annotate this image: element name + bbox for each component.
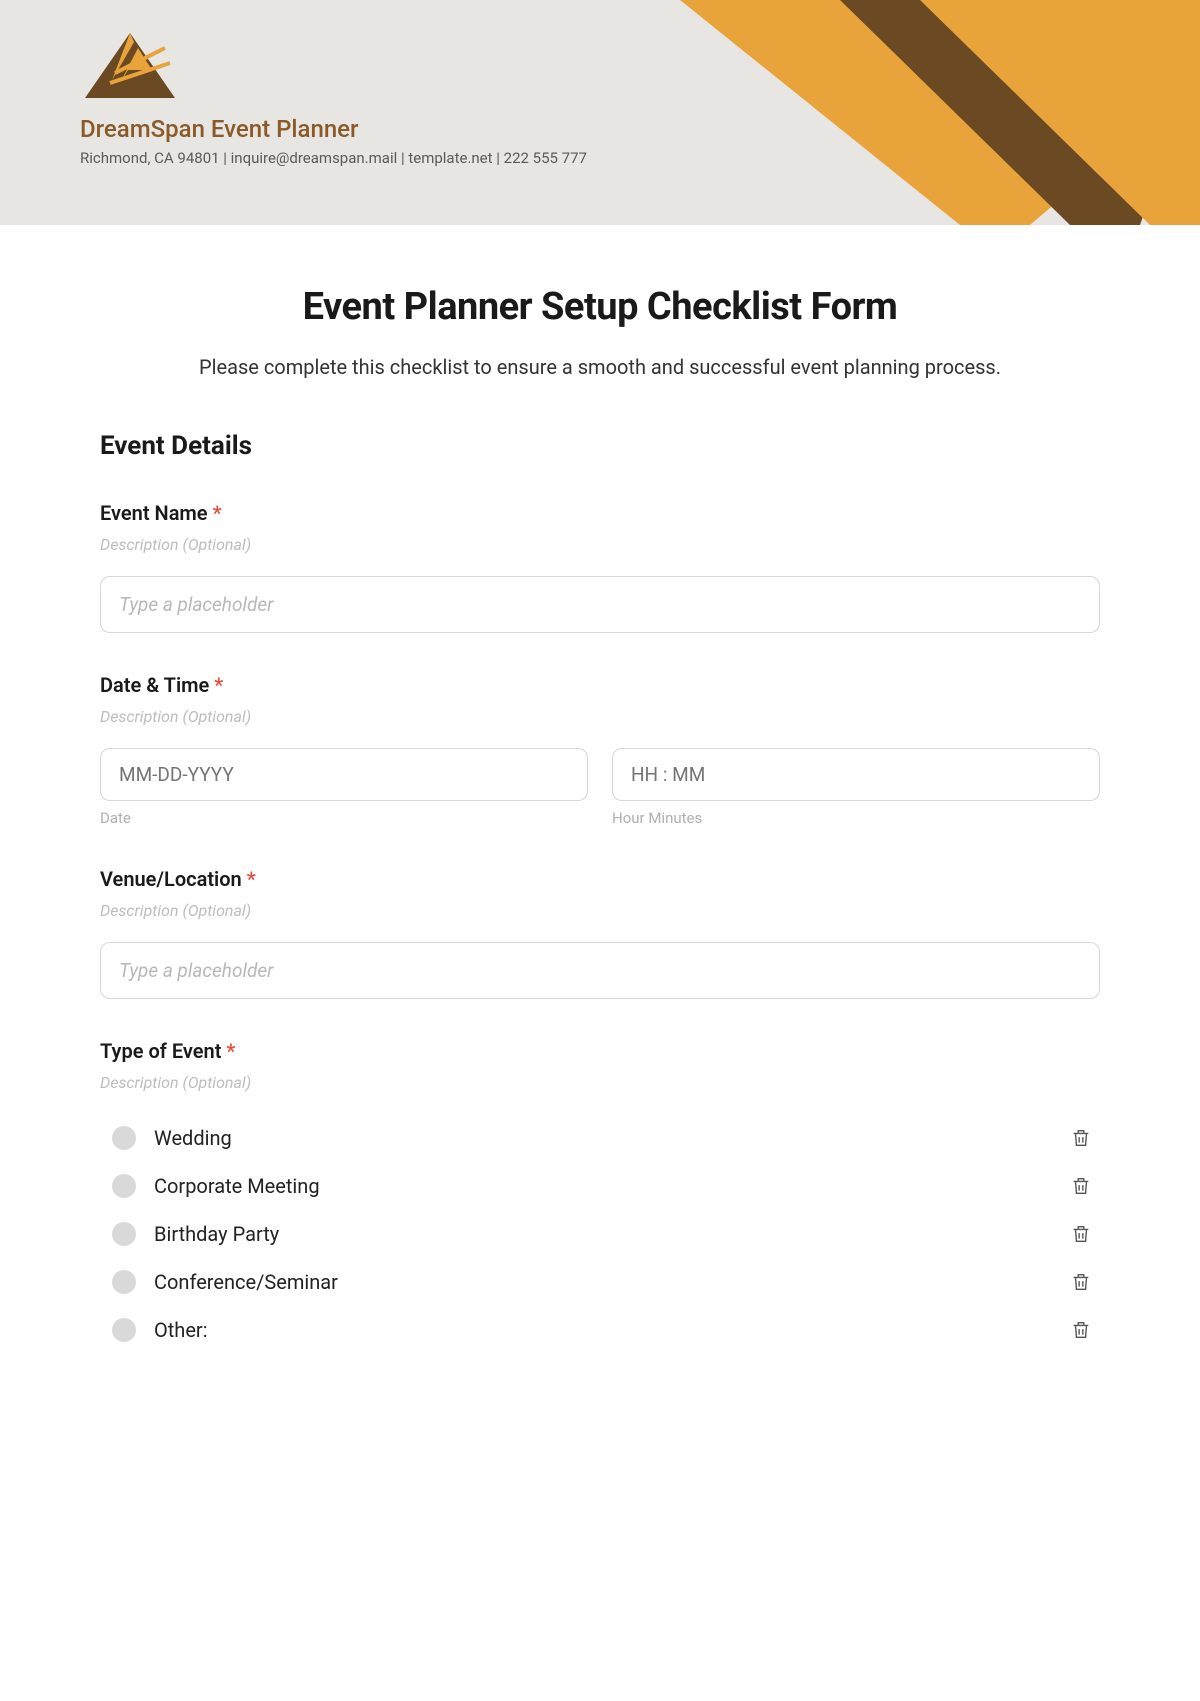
form-title: Event Planner Setup Checklist Form: [100, 285, 1100, 329]
form-content: Event Planner Setup Checklist Form Pleas…: [0, 225, 1200, 1394]
trash-icon[interactable]: [1070, 1223, 1092, 1245]
radio-label: Corporate Meeting: [154, 1174, 1070, 1198]
field-event-name: Event Name * Description (Optional): [100, 501, 1100, 633]
field-label: Venue/Location *: [100, 867, 1100, 891]
radio-button[interactable]: [112, 1126, 136, 1150]
radio-list: Wedding Corporate Meeting Birthday Party…: [100, 1114, 1100, 1354]
radio-option-corporate: Corporate Meeting: [100, 1162, 1100, 1210]
field-date-time: Date & Time * Description (Optional) Dat…: [100, 673, 1100, 827]
radio-option-wedding: Wedding: [100, 1114, 1100, 1162]
event-name-input[interactable]: [100, 576, 1100, 633]
field-description[interactable]: Description (Optional): [100, 1073, 1100, 1092]
radio-label: Wedding: [154, 1126, 1070, 1150]
label-text: Event Name: [100, 501, 208, 525]
radio-option-other: Other:: [100, 1306, 1100, 1354]
radio-button[interactable]: [112, 1222, 136, 1246]
required-mark: *: [226, 1039, 235, 1063]
venue-input[interactable]: [100, 942, 1100, 999]
field-label: Date & Time *: [100, 673, 1100, 697]
time-input[interactable]: [612, 748, 1100, 801]
radio-button[interactable]: [112, 1270, 136, 1294]
label-text: Date & Time: [100, 673, 209, 697]
field-description[interactable]: Description (Optional): [100, 707, 1100, 726]
label-text: Type of Event: [100, 1039, 221, 1063]
trash-icon[interactable]: [1070, 1319, 1092, 1341]
radio-option-conference: Conference/Seminar: [100, 1258, 1100, 1306]
field-type-of-event: Type of Event * Description (Optional) W…: [100, 1039, 1100, 1354]
form-subtitle: Please complete this checklist to ensure…: [100, 351, 1100, 383]
label-text: Venue/Location: [100, 867, 242, 891]
date-input[interactable]: [100, 748, 588, 801]
radio-option-birthday: Birthday Party: [100, 1210, 1100, 1258]
field-venue: Venue/Location * Description (Optional): [100, 867, 1100, 999]
company-logo: [80, 28, 180, 103]
page-header: DreamSpan Event Planner Richmond, CA 948…: [0, 0, 1200, 225]
field-description[interactable]: Description (Optional): [100, 535, 1100, 554]
field-description[interactable]: Description (Optional): [100, 901, 1100, 920]
radio-label: Conference/Seminar: [154, 1270, 1070, 1294]
radio-button[interactable]: [112, 1318, 136, 1342]
section-event-details-title: Event Details: [100, 431, 1100, 461]
field-label: Event Name *: [100, 501, 1100, 525]
radio-button[interactable]: [112, 1174, 136, 1198]
radio-label: Birthday Party: [154, 1222, 1070, 1246]
date-sublabel: Date: [100, 809, 588, 827]
field-label: Type of Event *: [100, 1039, 1100, 1063]
time-sublabel: Hour Minutes: [612, 809, 1100, 827]
required-mark: *: [247, 867, 256, 891]
company-name: DreamSpan Event Planner: [80, 115, 1200, 143]
required-mark: *: [214, 673, 223, 697]
trash-icon[interactable]: [1070, 1175, 1092, 1197]
trash-icon[interactable]: [1070, 1127, 1092, 1149]
radio-label: Other:: [154, 1318, 1070, 1342]
trash-icon[interactable]: [1070, 1271, 1092, 1293]
required-mark: *: [213, 501, 222, 525]
company-contact-line: Richmond, CA 94801 | inquire@dreamspan.m…: [80, 149, 1200, 167]
